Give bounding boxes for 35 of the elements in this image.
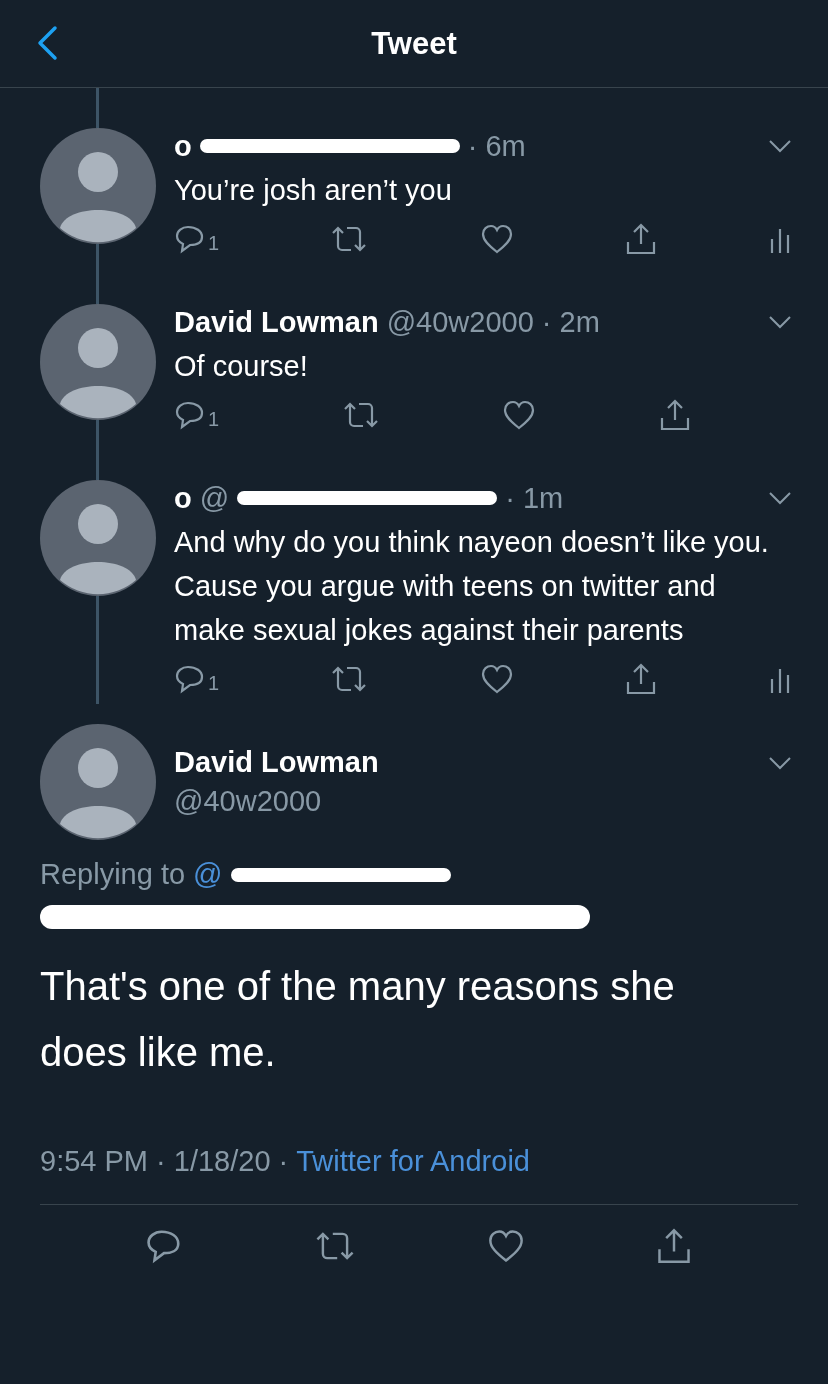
header-title: Tweet (371, 25, 457, 62)
tweet-time: · 2m (541, 305, 600, 339)
chevron-down-icon[interactable] (768, 756, 792, 770)
reply-icon[interactable] (145, 1227, 183, 1265)
source-link[interactable]: Twitter for Android (296, 1145, 530, 1178)
tweet-text: And why do you think nayeon doesn’t like you. Cause you argue with teens on twitter and make sexual jokes against their parents (174, 525, 770, 648)
back-icon[interactable] (36, 25, 58, 61)
avatar-icon[interactable] (40, 304, 156, 420)
replying-label: Replying to (40, 858, 186, 891)
share-icon[interactable] (658, 398, 692, 432)
share-icon[interactable] (655, 1227, 693, 1265)
avatar-icon[interactable] (40, 128, 156, 244)
user-handle: @40w2000 (386, 305, 534, 339)
heart-icon[interactable] (479, 223, 514, 255)
heart-icon[interactable] (487, 1228, 525, 1264)
tweet-time: · 6m (467, 129, 526, 163)
tweet-text: Of course! (174, 349, 309, 384)
tweet-text: That's one of the many reasons she does like me. (40, 963, 676, 1076)
tweet-time: · 1m (505, 481, 564, 515)
user-handle: @ (199, 481, 230, 515)
heart-icon[interactable] (502, 399, 537, 431)
tweet-timestamp: 9:54 PM · 1/18/20 · (40, 1145, 289, 1178)
chevron-down-icon[interactable] (768, 139, 792, 153)
user-handle: @40w2000 (174, 785, 323, 818)
user-name: David Lowman (174, 746, 379, 779)
avatar-icon[interactable] (40, 724, 156, 840)
heart-icon[interactable] (479, 663, 514, 695)
user-name: o (174, 129, 192, 163)
mention-link[interactable]: @ (193, 858, 223, 891)
user-name: o (174, 481, 192, 515)
chevron-down-icon[interactable] (768, 491, 792, 505)
tweet-text: You’re josh aren’t you (174, 173, 453, 208)
user-name: David Lowman (174, 305, 379, 339)
avatar-icon[interactable] (40, 480, 156, 596)
chevron-down-icon[interactable] (768, 315, 792, 329)
